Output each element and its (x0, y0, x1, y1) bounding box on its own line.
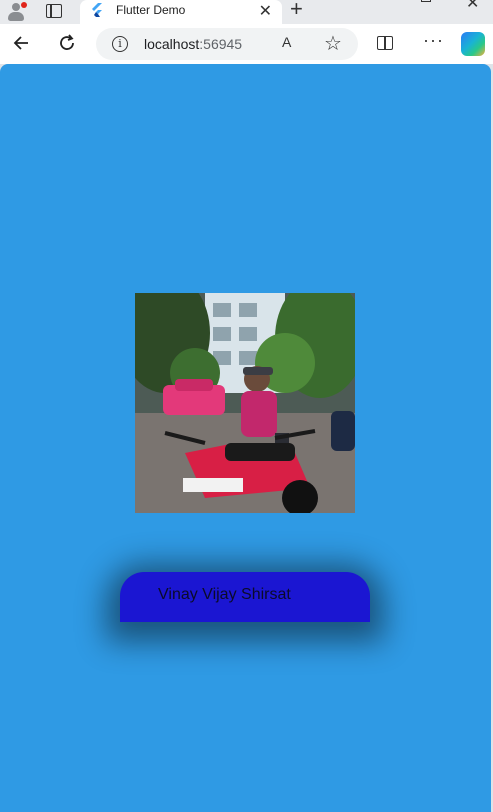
more-options-icon[interactable]: ··· (423, 30, 444, 51)
browser-toolbar: i localhost:56945 A ☆ ··· (0, 24, 493, 64)
tab-title: Flutter Demo (116, 3, 186, 17)
copilot-icon[interactable] (461, 32, 485, 56)
split-screen-icon[interactable] (377, 36, 393, 50)
back-arrow-icon[interactable] (10, 32, 32, 54)
name-label: Vinay Vijay Shirsat (158, 586, 291, 603)
close-tab-icon[interactable]: ✕ (259, 1, 272, 21)
maximize-icon[interactable] (421, 0, 431, 2)
flutter-icon (92, 3, 102, 17)
url-port: :56945 (199, 36, 243, 52)
browser-tab-strip: Flutter Demo ✕ + ✕ (0, 0, 493, 24)
url-host: localhost (144, 36, 200, 52)
read-aloud-icon[interactable]: A (282, 34, 291, 50)
tab-flutter-demo[interactable]: Flutter Demo ✕ (80, 0, 282, 24)
window-close-icon[interactable]: ✕ (466, 0, 479, 13)
favorite-star-icon[interactable]: ☆ (324, 31, 342, 56)
profile-photo-image (135, 293, 355, 513)
address-bar[interactable]: i localhost:56945 A ☆ (96, 28, 358, 60)
app-viewport: Vinay Vijay Shirsat (0, 64, 491, 812)
name-card: Vinay Vijay Shirsat (120, 572, 370, 622)
tab-actions-icon[interactable] (46, 4, 62, 18)
profile-icon[interactable] (6, 2, 27, 22)
site-info-icon[interactable]: i (112, 36, 128, 52)
refresh-icon[interactable] (56, 32, 78, 54)
url-text[interactable]: localhost:56945 (144, 36, 242, 52)
new-tab-button[interactable]: + (290, 0, 303, 22)
profile-photo (135, 293, 355, 513)
